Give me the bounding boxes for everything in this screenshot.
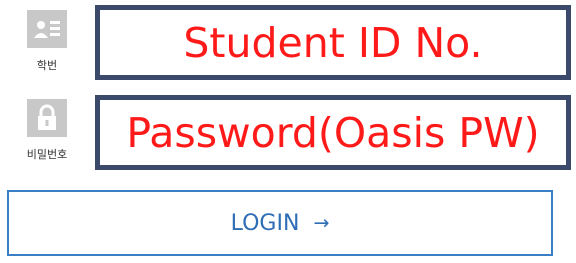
login-button[interactable]: LOGIN →	[7, 190, 553, 256]
student-id-placeholder: Student ID No.	[183, 18, 483, 67]
id-card-icon	[27, 10, 67, 48]
password-input[interactable]: Password(Oasis PW)	[95, 95, 571, 170]
student-id-icon-tile: 학번	[7, 6, 87, 84]
login-label: LOGIN	[230, 210, 300, 236]
password-icon-tile: 비밀번호	[7, 95, 87, 173]
student-id-input[interactable]: Student ID No.	[95, 5, 571, 80]
lock-icon	[27, 99, 67, 137]
student-id-caption: 학번	[36, 59, 58, 72]
password-placeholder: Password(Oasis PW)	[126, 108, 540, 157]
password-caption: 비밀번호	[26, 148, 68, 161]
arrow-right-icon: →	[313, 212, 330, 234]
